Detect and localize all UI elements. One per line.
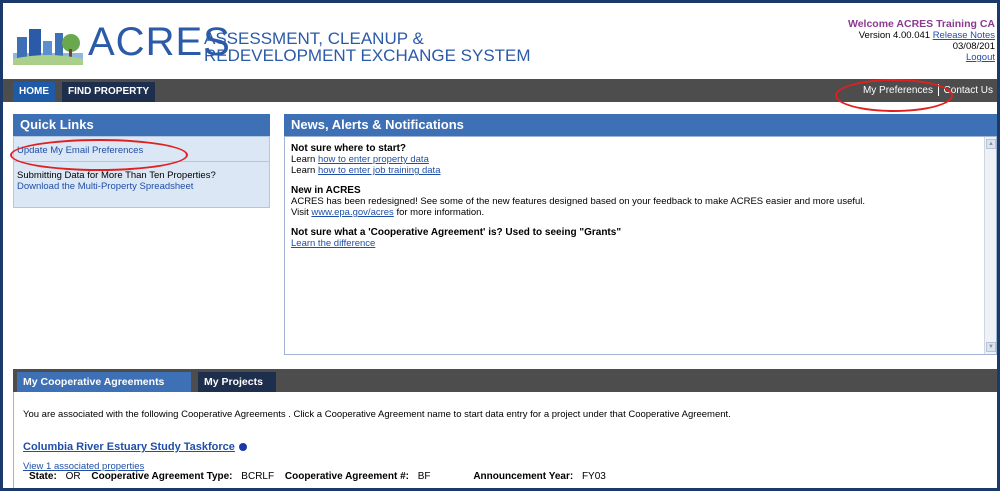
state-value: OR <box>65 471 81 482</box>
brand-subtitle-line2: REDEVELOPMENT EXCHANGE SYSTEM <box>204 46 531 65</box>
tab-my-projects[interactable]: My Projects <box>198 372 276 392</box>
version-text: Version 4.00.041 <box>858 30 931 41</box>
quick-link-item: Submitting Data for More Than Ten Proper… <box>17 170 216 192</box>
download-spreadsheet-link[interactable]: Download the Multi-Property Spreadsheet <box>17 181 193 192</box>
quick-links-panel: Update My Email Preferences Submitting D… <box>13 136 270 208</box>
news-block-coop: Not sure what a 'Cooperative Agreement' … <box>291 227 990 249</box>
logout-link[interactable]: Logout <box>966 52 995 63</box>
news-panel: Not sure where to start? Learn how to en… <box>284 136 997 355</box>
tab-my-cooperative-agreements[interactable]: My Cooperative Agreements <box>17 372 191 392</box>
state-label: State: <box>29 471 57 482</box>
news-block-text: ACRES has been redesigned! See some of t… <box>291 196 866 207</box>
status-dot-icon <box>238 443 247 452</box>
cooperative-agreement-link[interactable]: Columbia River Estuary Study Taskforce <box>23 441 235 453</box>
type-label: Cooperative Agreement Type: <box>91 471 233 482</box>
version-line: Version 4.00.041 Release Notes <box>795 30 995 41</box>
scroll-up-icon[interactable]: ▲ <box>986 139 996 149</box>
release-notes-link[interactable]: Release Notes <box>933 30 995 41</box>
nav-find-property-tab[interactable]: FIND PROPERTY <box>62 82 156 102</box>
news-header: News, Alerts & Notifications <box>284 114 997 136</box>
agreement-details: State: OR Cooperative Agreement Type: BC… <box>29 471 606 482</box>
date-text: 03/08/201 <box>952 41 995 52</box>
news-block-title: Not sure where to start? <box>291 143 407 154</box>
nav-home-tab[interactable]: HOME <box>13 82 55 102</box>
news-block-title: New in ACRES <box>291 185 361 196</box>
brand-subtitle-line1: ASSESSMENT, CLEANUP & <box>204 29 424 48</box>
job-training-link[interactable]: how to enter job training data <box>318 165 441 176</box>
acres-logo-icon <box>13 29 83 65</box>
submitting-data-text: Submitting Data for More Than Ten Proper… <box>17 170 216 181</box>
year-value: FY03 <box>581 471 606 482</box>
welcome-text: Welcome ACRES Training CA <box>847 18 995 30</box>
quick-links-divider <box>14 161 269 162</box>
quick-link-item: Update My Email Preferences <box>17 145 143 156</box>
news-scrollbar[interactable]: ▲ ▼ <box>984 137 996 354</box>
scroll-down-icon[interactable]: ▼ <box>986 342 996 352</box>
number-label: Cooperative Agreement #: <box>284 471 409 482</box>
section-tabs: My Cooperative Agreements My Projects <box>13 369 997 392</box>
quick-links-header: Quick Links <box>13 114 270 136</box>
user-info: Welcome ACRES Training CA Version 4.00.0… <box>795 18 995 64</box>
news-block-new: New in ACRES ACRES has been redesigned! … <box>291 185 990 218</box>
cooperative-agreements-panel: You are associated with the following Co… <box>13 392 997 488</box>
update-email-preferences-link[interactable]: Update My Email Preferences <box>17 145 143 156</box>
nav-separator <box>937 84 939 97</box>
learn-difference-link[interactable]: Learn the difference <box>291 238 375 249</box>
top-nav: HOME FIND PROPERTY My Preferences Contac… <box>3 79 997 102</box>
contact-us-link[interactable]: Contact Us <box>944 85 993 96</box>
header: ACRES ASSESSMENT, CLEANUP & REDEVELOPMEN… <box>3 3 997 79</box>
property-data-link[interactable]: how to enter property data <box>318 154 429 165</box>
cooperative-agreement-row: Columbia River Estuary Study Taskforce <box>23 441 247 453</box>
year-label: Announcement Year: <box>473 471 574 482</box>
news-block-title: Not sure what a 'Cooperative Agreement' … <box>291 227 622 238</box>
intro-text: You are associated with the following Co… <box>23 409 731 420</box>
type-value: BCRLF <box>241 471 275 482</box>
nav-right-links: My Preferences Contact Us <box>863 79 993 102</box>
learn-prefix: Learn <box>291 154 316 165</box>
app-frame: ACRES ASSESSMENT, CLEANUP & REDEVELOPMEN… <box>3 3 997 488</box>
learn-prefix: Learn <box>291 165 316 176</box>
visit-prefix: Visit <box>291 207 309 218</box>
brand-subtitle: ASSESSMENT, CLEANUP & REDEVELOPMENT EXCH… <box>204 30 531 64</box>
epa-acres-link[interactable]: www.epa.gov/acres <box>311 207 393 218</box>
visit-suffix: for more information. <box>396 207 485 218</box>
number-value: BF <box>417 471 431 482</box>
my-preferences-link[interactable]: My Preferences <box>863 85 933 96</box>
news-block-start: Not sure where to start? Learn how to en… <box>291 143 990 176</box>
